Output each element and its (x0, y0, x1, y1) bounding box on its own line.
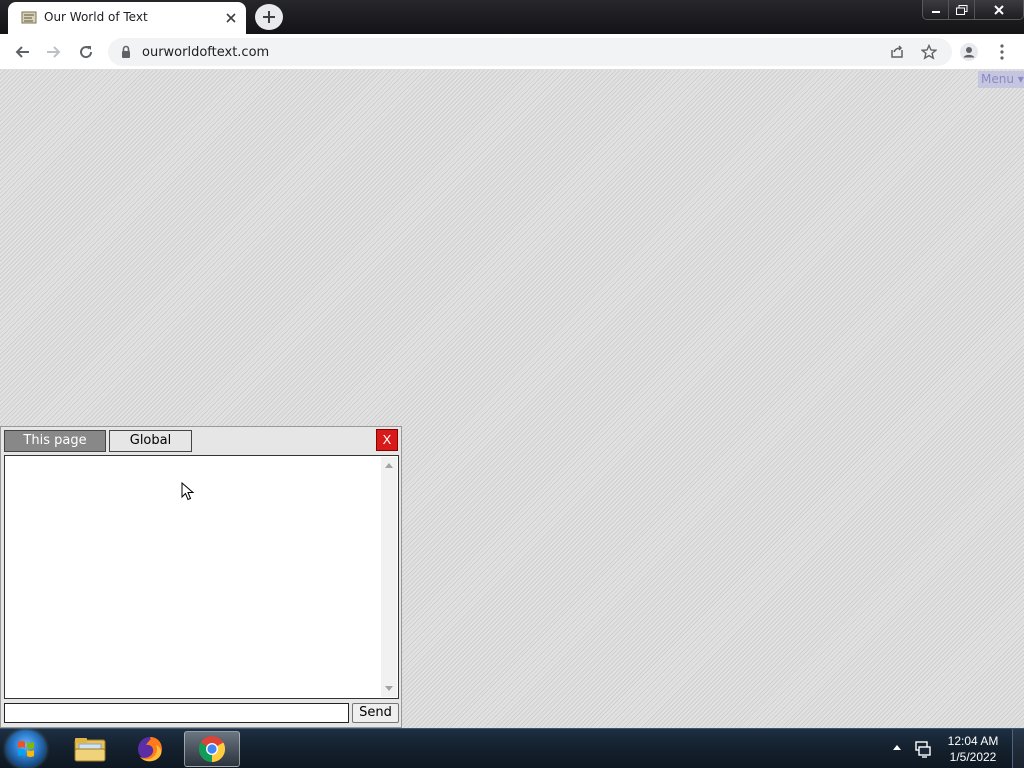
site-favicon-icon (21, 11, 37, 24)
chat-messages[interactable] (4, 455, 399, 699)
menu-button[interactable]: Menu ▾ (978, 71, 1024, 88)
close-icon (994, 4, 1004, 15)
minimize-icon (931, 10, 940, 13)
browser-tab[interactable]: Our World of Text (8, 2, 246, 34)
lock-icon[interactable] (120, 45, 132, 59)
clock-date: 1/5/2022 (949, 750, 997, 764)
browser-tab-strip: Our World of Text (0, 0, 1024, 34)
start-button[interactable] (6, 730, 46, 768)
taskbar-file-explorer[interactable] (62, 731, 118, 767)
kebab-menu-icon[interactable] (992, 42, 1012, 62)
folder-icon (74, 738, 106, 762)
forward-icon[interactable] (44, 42, 64, 62)
reload-icon[interactable] (76, 42, 96, 62)
taskbar-firefox[interactable] (122, 731, 178, 767)
share-icon[interactable] (888, 43, 906, 61)
world-canvas[interactable]: Menu ▾ This page Global X Send (0, 70, 1024, 728)
back-icon[interactable] (12, 42, 32, 62)
restore-icon (955, 4, 967, 15)
browser-toolbar: ourworldoftext.com (0, 34, 1024, 70)
url-text[interactable]: ourworldoftext.com (142, 45, 269, 60)
new-tab-button[interactable] (255, 4, 283, 30)
mouse-cursor-icon (181, 482, 195, 501)
chat-scrollbar[interactable] (381, 457, 397, 697)
chat-input[interactable] (4, 703, 349, 723)
tab-close-icon[interactable] (222, 9, 240, 27)
bookmark-star-icon[interactable] (920, 43, 938, 61)
menu-arrow-icon: ▾ (1017, 72, 1024, 86)
taskbar: 12:04 AM 1/5/2022 (0, 728, 1024, 768)
tray-expand-icon[interactable] (893, 745, 901, 750)
chat-tab-global[interactable]: Global (109, 430, 192, 452)
scroll-up-icon[interactable] (385, 463, 393, 468)
chrome-icon (198, 736, 226, 763)
profile-avatar-icon[interactable] (959, 42, 979, 62)
chat-tab-this-page[interactable]: This page (4, 430, 106, 452)
address-bar[interactable]: ourworldoftext.com (108, 38, 952, 66)
window-close-button[interactable] (975, 0, 1023, 19)
menu-label: Menu (981, 72, 1014, 86)
scroll-down-icon[interactable] (385, 686, 393, 691)
windows-logo-icon (18, 741, 34, 757)
tab-title: Our World of Text (44, 10, 148, 24)
taskbar-chrome[interactable] (184, 731, 240, 767)
taskbar-clock[interactable]: 12:04 AM 1/5/2022 (940, 733, 1006, 765)
clock-time: 12:04 AM (947, 734, 999, 748)
chat-close-button[interactable]: X (376, 429, 398, 451)
send-button[interactable]: Send (352, 703, 399, 723)
restore-button[interactable] (949, 0, 975, 19)
plus-icon (263, 11, 275, 23)
window-controls (922, 0, 1024, 20)
network-icon[interactable] (914, 740, 932, 758)
firefox-icon (138, 737, 162, 762)
chat-panel: This page Global X Send (0, 426, 402, 728)
show-desktop-button[interactable] (1012, 729, 1024, 768)
minimize-button[interactable] (923, 0, 949, 19)
